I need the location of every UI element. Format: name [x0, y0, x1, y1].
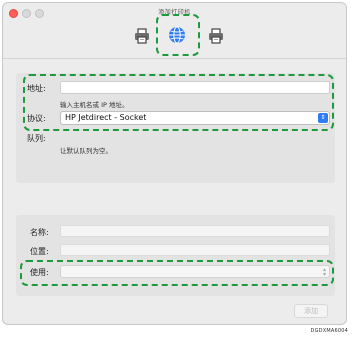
queue-label: 队列: — [27, 134, 46, 143]
name-label: 名称: — [30, 228, 49, 237]
printer-icon — [135, 28, 149, 44]
ip-button-highlight — [156, 14, 200, 56]
figure-code: DGDXMA6004 — [310, 328, 348, 334]
toolbar-default-button[interactable] — [131, 25, 153, 47]
use-select-highlight — [20, 260, 334, 286]
toolbar-divider — [3, 58, 346, 59]
address-protocol-highlight — [23, 74, 334, 131]
location-input[interactable] — [60, 244, 330, 256]
queue-hint: 让默认队列为空。 — [60, 147, 112, 155]
name-input[interactable] — [60, 225, 330, 237]
location-label: 位置: — [30, 247, 49, 256]
add-button[interactable]: 添加 — [294, 304, 328, 318]
printer-icon — [209, 28, 223, 44]
toolbar-windows-button[interactable] — [205, 25, 227, 47]
add-printer-window: 添加打印机 地址: 输入主机名或 IP 地址。 协议: HP Jetdirect… — [2, 2, 347, 325]
